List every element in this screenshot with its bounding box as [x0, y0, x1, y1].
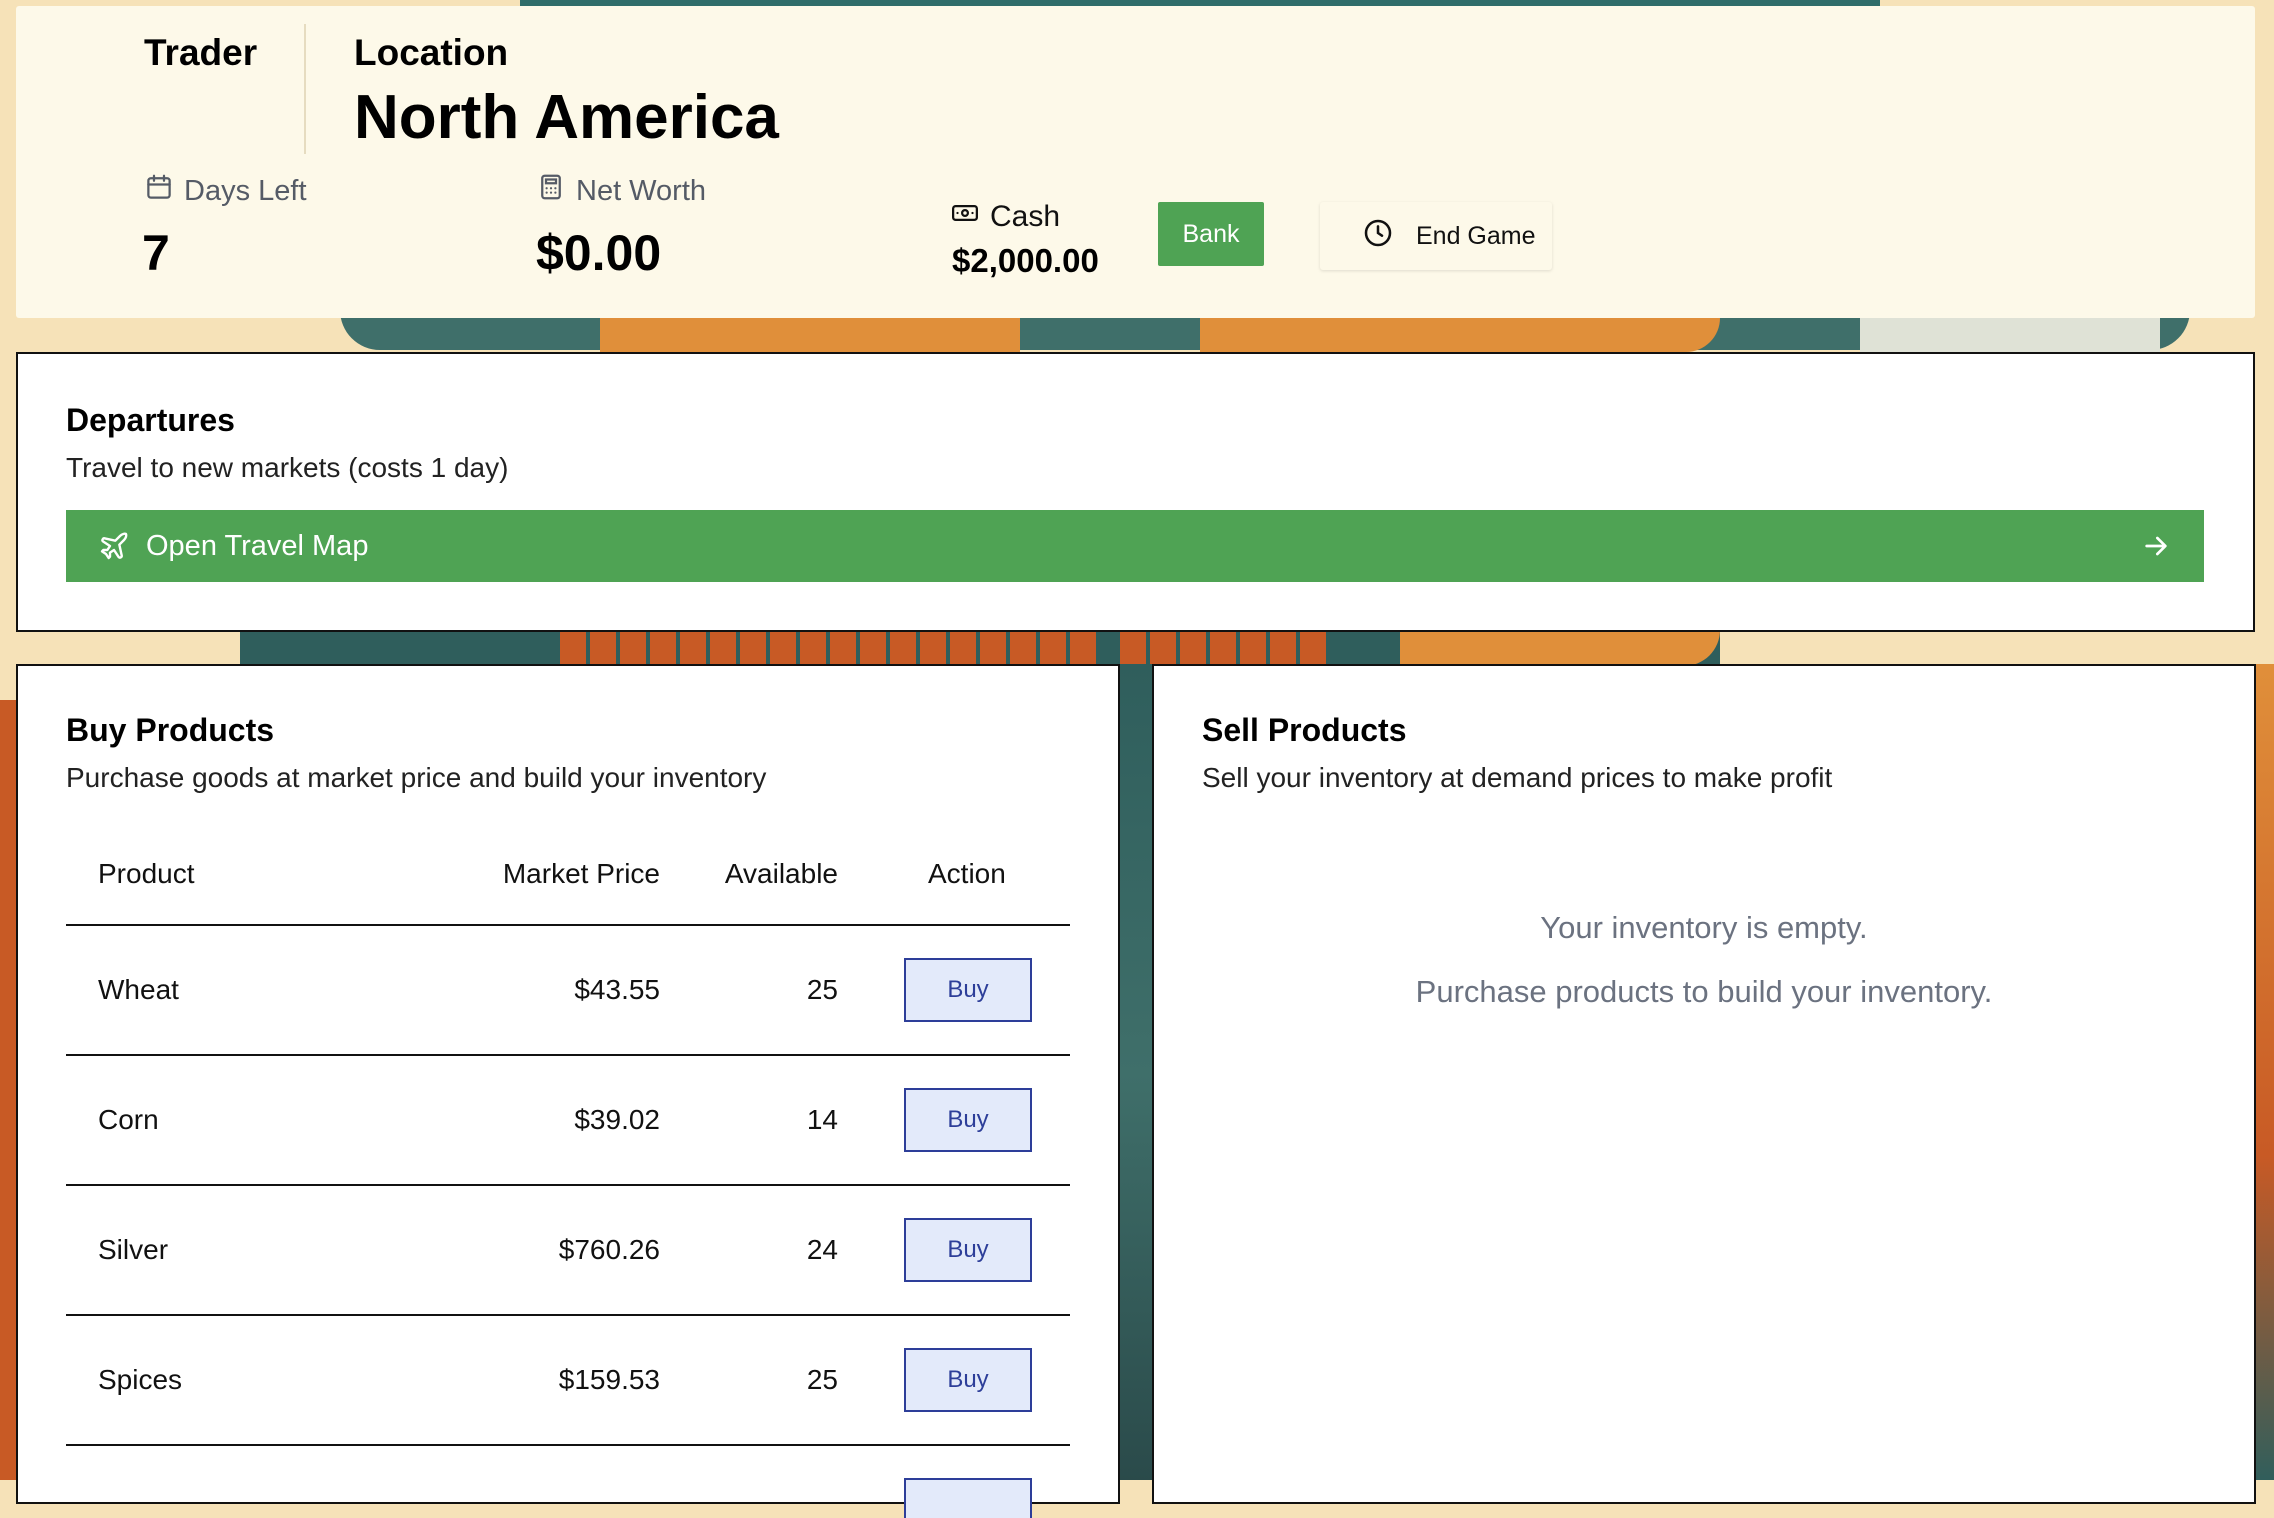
location-name: North America — [354, 83, 779, 152]
market-price: $43.55 — [574, 974, 660, 1005]
days-left-text: Days Left — [184, 174, 307, 207]
net-worth-value: $0.00 — [536, 225, 662, 281]
table-header: Product Market Price Available Action — [66, 820, 1070, 926]
sell-products-title: Sell Products — [1202, 712, 1407, 748]
buy-button-spices[interactable]: Buy — [904, 1348, 1032, 1412]
buy-button-wheat[interactable]: Buy — [904, 958, 1032, 1022]
status-header: Trader Location North America Days Left … — [16, 6, 2255, 318]
table-row: Wheat $43.55 25 Buy — [66, 926, 1070, 1056]
arrow-right-icon — [2140, 530, 2172, 562]
trader-label: Trader — [144, 32, 258, 73]
column-header-product: Product — [98, 858, 195, 889]
buy-products-card: Buy Products Purchase goods at market pr… — [16, 664, 1120, 1518]
sell-products-card: Sell Products Sell your inventory at dem… — [1152, 664, 2256, 1504]
end-game-label: End Game — [1416, 221, 1536, 250]
calculator-icon — [536, 172, 566, 210]
column-header-action: Action — [928, 858, 1006, 889]
open-travel-map-label: Open Travel Map — [146, 529, 369, 562]
open-travel-map-button[interactable]: Open Travel Map — [66, 510, 2204, 582]
product-name: Corn — [98, 1104, 159, 1135]
product-name: Spices — [98, 1364, 183, 1395]
days-left-value: 7 — [142, 225, 170, 281]
buy-button-silver[interactable]: Buy — [904, 1218, 1032, 1282]
bank-button[interactable]: Bank — [1158, 202, 1264, 266]
buy-button[interactable] — [904, 1478, 1032, 1518]
available-qty: 14 — [806, 1104, 838, 1135]
departures-subtitle: Travel to new markets (costs 1 day) — [66, 452, 509, 483]
market-price: $39.02 — [574, 1104, 660, 1135]
departures-card: Departures Travel to new markets (costs … — [16, 352, 2255, 632]
table-row — [66, 1446, 1070, 1518]
banknote-icon — [950, 198, 980, 236]
days-left-label: Days Left — [144, 172, 307, 210]
buy-products-table: Product Market Price Available Action Wh… — [66, 820, 1070, 1518]
table-row: Corn $39.02 14 Buy — [66, 1056, 1070, 1186]
market-price: $159.53 — [558, 1364, 660, 1395]
end-game-button[interactable]: End Game — [1320, 202, 1552, 270]
market-price: $760.26 — [558, 1234, 660, 1265]
buy-products-subtitle: Purchase goods at market price and build… — [66, 762, 767, 793]
product-name: Silver — [98, 1234, 169, 1265]
buy-products-title: Buy Products — [66, 712, 275, 748]
plane-icon — [98, 530, 130, 562]
clock-icon — [1362, 217, 1394, 256]
column-header-market-price: Market Price — [502, 858, 660, 889]
location-label: Location — [354, 32, 509, 73]
inventory-empty-hint: Purchase products to build your inventor… — [1415, 974, 1993, 1009]
cash-text: Cash — [990, 200, 1061, 233]
cash-value: $2,000.00 — [952, 242, 1099, 279]
column-header-available: Available — [724, 858, 838, 889]
product-name: Wheat — [98, 974, 179, 1005]
available-qty: 25 — [806, 974, 838, 1005]
available-qty: 24 — [806, 1234, 838, 1265]
buy-button-corn[interactable]: Buy — [904, 1088, 1032, 1152]
departures-title: Departures — [66, 402, 235, 438]
table-row: Silver $760.26 24 Buy — [66, 1186, 1070, 1316]
net-worth-label: Net Worth — [536, 172, 706, 210]
table-row: Spices $159.53 25 Buy — [66, 1316, 1070, 1446]
header-divider — [304, 24, 306, 154]
calendar-icon — [144, 172, 174, 210]
available-qty: 25 — [806, 1364, 838, 1395]
sell-products-subtitle: Sell your inventory at demand prices to … — [1202, 762, 1833, 793]
inventory-empty-message: Your inventory is empty. — [1540, 910, 1868, 945]
cash-label: Cash — [950, 198, 1060, 236]
net-worth-text: Net Worth — [576, 174, 707, 207]
